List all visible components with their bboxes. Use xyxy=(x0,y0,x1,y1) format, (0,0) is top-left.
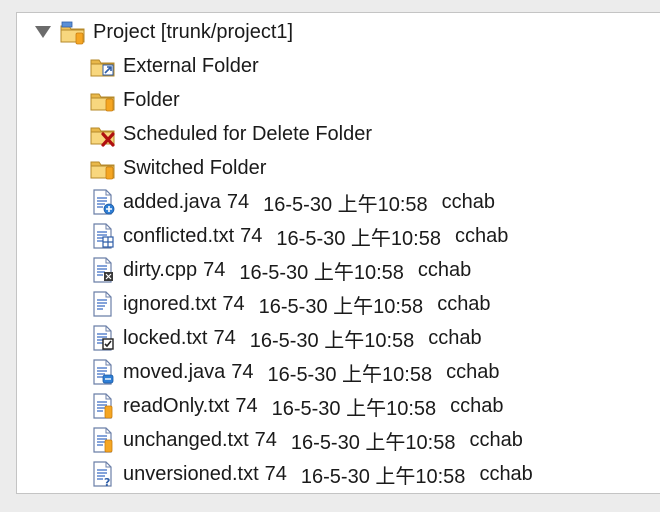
expand-arrow-icon[interactable] xyxy=(35,26,51,38)
file-name: conflicted.txt xyxy=(123,224,235,247)
tree-root-project[interactable]: Project [trunk/project1] xyxy=(35,15,293,49)
file-date: 16-5-30 上午10:58 xyxy=(271,397,437,420)
file-revision: 74 xyxy=(240,224,263,247)
tree-file-item[interactable]: added.java 74 16-5-30 上午10:58 cchab xyxy=(89,185,495,219)
file-name: ignored.txt xyxy=(123,292,217,315)
file-author: cchab xyxy=(437,292,491,315)
file-author: cchab xyxy=(446,360,500,383)
file-revision: 74 xyxy=(226,190,250,213)
file-author: cchab xyxy=(469,428,523,451)
file-author: cchab xyxy=(417,258,472,281)
file-name: locked.txt xyxy=(123,326,208,349)
tree-file-item[interactable]: unchanged.txt 74 16-5-30 上午10:58 cchab xyxy=(89,423,523,457)
file-revision: 74 xyxy=(235,394,258,417)
tree-file-item[interactable]: moved.java 74 16-5-30 上午10:58 cchab xyxy=(89,355,499,389)
file-author: cchab xyxy=(450,394,504,417)
versioned-file-icon xyxy=(89,392,117,420)
versioned-file-icon xyxy=(89,426,117,454)
switched-folder-icon xyxy=(89,154,117,182)
tree-root-label: Project [trunk/project1] xyxy=(93,20,294,43)
file-name: dirty.cpp xyxy=(123,258,198,281)
tree-file-item[interactable]: readOnly.txt 74 16-5-30 上午10:58 cchab xyxy=(89,389,504,423)
tree-folder-label: Folder xyxy=(123,88,180,111)
file-author: cchab xyxy=(441,190,496,213)
file-date: 16-5-30 上午10:58 xyxy=(263,193,428,216)
unversioned-file-icon: ? xyxy=(89,460,117,488)
file-revision: 74 xyxy=(213,326,236,349)
external-folder-icon xyxy=(89,52,117,80)
moved-file-icon xyxy=(89,358,117,386)
file-name: moved.java xyxy=(123,360,226,383)
project-tree: Project [trunk/project1] External Folder… xyxy=(16,12,660,494)
file-author: cchab xyxy=(454,224,509,247)
tree-folder-label: External Folder xyxy=(123,54,259,77)
file-date: 16-5-30 上午10:58 xyxy=(258,295,424,318)
tree-folder-label: Scheduled for Delete Folder xyxy=(123,122,373,145)
file-date: 16-5-30 上午10:58 xyxy=(300,465,466,488)
dirty-file-icon xyxy=(89,256,117,284)
file-date: 16-5-30 上午10:58 xyxy=(267,363,433,386)
file-author: cchab xyxy=(479,462,533,485)
locked-file-icon xyxy=(89,324,117,352)
tree-file-item[interactable]: conflicted.txt 74 16-5-30 上午10:58 cchab xyxy=(89,219,508,253)
file-revision: 74 xyxy=(203,258,226,281)
project-folder-icon xyxy=(59,18,87,46)
tree-folder-item[interactable]: External Folder xyxy=(89,49,259,83)
conflicted-file-icon xyxy=(89,222,117,250)
tree-file-item[interactable]: ignored.txt 74 16-5-30 上午10:58 cchab xyxy=(89,287,491,321)
added-file-icon xyxy=(89,188,117,216)
tree-folder-item[interactable]: Switched Folder xyxy=(89,151,266,185)
file-date: 16-5-30 上午10:58 xyxy=(276,227,441,250)
file-date: 16-5-30 上午10:58 xyxy=(290,431,456,454)
file-name: unversioned.txt xyxy=(123,462,259,485)
ignored-file-icon xyxy=(89,290,117,318)
file-revision: 74 xyxy=(264,462,287,485)
file-author: cchab xyxy=(428,326,482,349)
file-date: 16-5-30 上午10:58 xyxy=(249,329,415,352)
tree-file-item[interactable]: ? unversioned.txt 74 16-5-30 上午10:58 cchab xyxy=(89,457,533,491)
file-revision: 74 xyxy=(254,428,277,451)
file-name: added.java xyxy=(123,190,221,213)
tree-file-item[interactable]: dirty.cpp 74 16-5-30 上午10:58 cchab xyxy=(89,253,471,287)
delete-folder-icon xyxy=(89,120,117,148)
svg-text:?: ? xyxy=(104,476,110,488)
file-revision: 74 xyxy=(222,292,245,315)
tree-folder-label: Switched Folder xyxy=(123,156,267,179)
tree-file-item[interactable]: locked.txt 74 16-5-30 上午10:58 cchab xyxy=(89,321,482,355)
file-name: unchanged.txt xyxy=(123,428,249,451)
file-name: readOnly.txt xyxy=(123,394,230,417)
file-date: 16-5-30 上午10:58 xyxy=(239,261,404,284)
file-revision: 74 xyxy=(231,360,254,383)
tree-folder-item[interactable]: Folder xyxy=(89,83,180,117)
folder-icon xyxy=(89,86,117,114)
tree-folder-item[interactable]: Scheduled for Delete Folder xyxy=(89,117,372,151)
